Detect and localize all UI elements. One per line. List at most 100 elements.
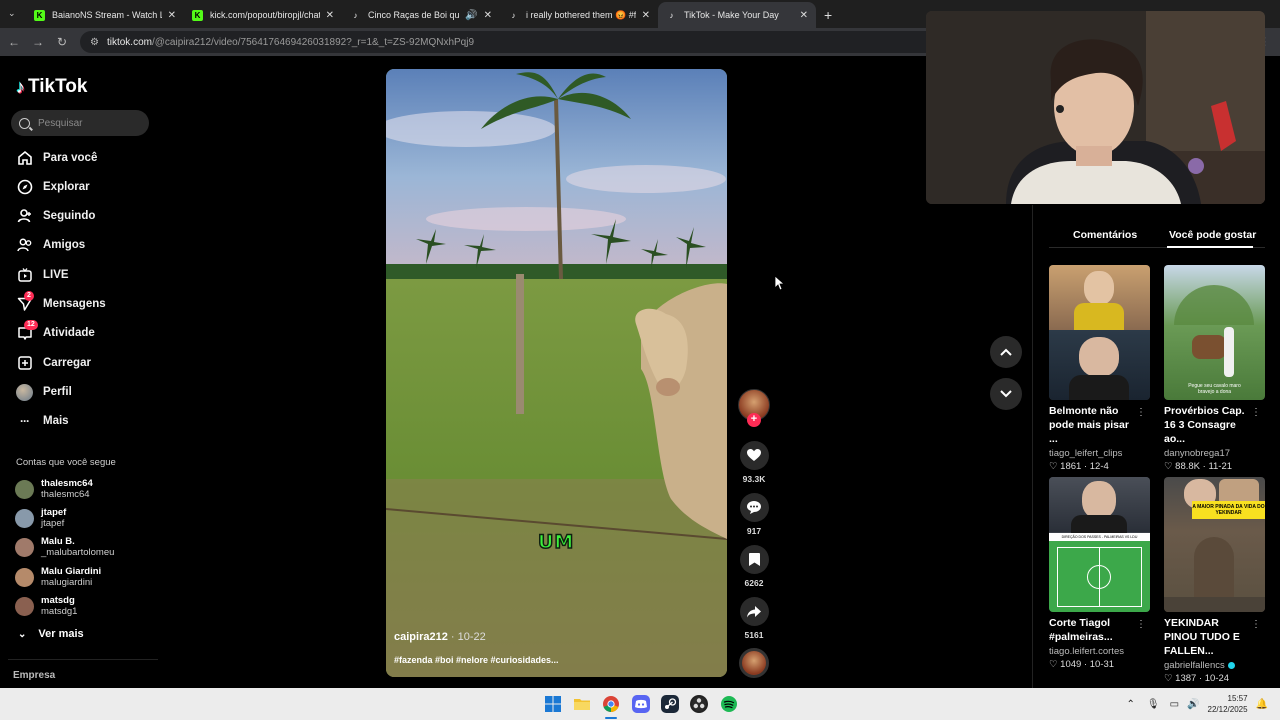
card-date: 10-31 [1089, 659, 1115, 670]
share-button[interactable]: 5161 [739, 597, 769, 640]
nav-live[interactable]: LIVE [16, 265, 69, 285]
speaker-icon[interactable]: 🔊 [465, 10, 477, 21]
nav-carregar[interactable]: Carregar [16, 353, 91, 373]
card-likes: ♡ 1049 [1049, 659, 1082, 670]
recommended-video-card[interactable]: DIREÇÃO DOS PASSES - PALMEIRAS VS LDU Co… [1049, 477, 1150, 670]
avatar [15, 508, 34, 528]
account-handle: matsdg1 [41, 606, 78, 617]
close-tab-icon[interactable]: ✕ [326, 10, 334, 21]
chevron-up-icon[interactable]: ⌃ [1127, 699, 1135, 710]
like-count: 93.3K [742, 474, 766, 484]
like-button[interactable]: 93.3K [739, 441, 769, 484]
video-player[interactable]: UM caipira212 · 10-22 #fazenda #boi #nel… [386, 69, 727, 677]
search-input[interactable]: Pesquisar [11, 110, 149, 136]
browser-tab[interactable]: K kick.com/popout/biropjl/chat ✕ [184, 2, 342, 28]
site-info-icon[interactable]: ⚙ [90, 37, 99, 48]
following-account[interactable]: Malu B. _malubartolomeu [15, 536, 114, 558]
card-title: Corte Tiagol #palmeiras... [1049, 617, 1113, 643]
nav-atividade[interactable]: 12 Atividade [16, 319, 95, 343]
browser-tab[interactable]: K BaianoNS Stream - Watch Live ✕ [26, 2, 184, 28]
see-more-button[interactable]: ⌄ Ver mais [18, 628, 84, 640]
microphone-icon[interactable]: 🎙 [1147, 699, 1160, 710]
recommended-video-card[interactable]: Belmonte não pode mais pisar ... ⋮ tiago… [1049, 265, 1150, 472]
video-author[interactable]: caipira212 · 10-22 [394, 631, 486, 643]
browser-tab[interactable]: ♪ i really bothered them 😡 #flo ✕ [500, 2, 658, 28]
card-author: tiago.leifert.cortes [1049, 646, 1124, 657]
avatar [15, 537, 34, 557]
obs-icon[interactable] [690, 695, 708, 713]
browser-tab-active[interactable]: ♪ TikTok - Make Your Day ✕ [658, 2, 816, 28]
share-count: 5161 [744, 630, 764, 640]
bookmark-icon [739, 545, 769, 574]
tiktok-icon: ♪ [353, 10, 358, 20]
more-options-icon[interactable]: ⋮ [1251, 619, 1261, 630]
spotify-icon[interactable] [720, 695, 738, 713]
following-account[interactable]: matsdg matsdg1 [15, 595, 77, 617]
browser-tab[interactable]: ♪ Cinco Raças de Boi que Tod 🔊 ✕ [342, 2, 500, 28]
thumbnail-caption: Pegue seu cavalo maro bravejo a dona [1188, 383, 1241, 395]
tab-title: i really bothered them 😡 #flo [526, 9, 636, 20]
tab-comentarios[interactable]: Comentários [1073, 229, 1137, 241]
file-explorer-icon[interactable] [573, 695, 591, 713]
close-tab-icon[interactable]: ✕ [642, 10, 650, 21]
music-disc-icon[interactable] [739, 648, 769, 678]
close-tab-icon[interactable]: ✕ [800, 10, 808, 21]
discord-icon[interactable] [632, 695, 650, 713]
recommended-video-card[interactable]: Pegue seu cavalo maro bravejo a dona Pro… [1164, 265, 1265, 472]
windows-start-icon[interactable] [544, 695, 562, 713]
tiktok-logo[interactable]: ♪ TikTok [16, 76, 87, 98]
video-caption-word: UM [537, 530, 575, 554]
forward-arrow-icon[interactable]: → [26, 35, 50, 49]
recommended-video-card[interactable]: A MAIOR PINADA DA VIDA DO YEKINDAR YEKIN… [1164, 477, 1265, 684]
verified-badge-icon [1227, 662, 1235, 669]
account-handle: jtapef [41, 518, 65, 529]
nav-perfil[interactable]: Perfil [16, 382, 72, 402]
profile-avatar [16, 383, 33, 401]
upload-icon [16, 355, 33, 372]
reload-icon[interactable]: ↻ [50, 35, 74, 49]
chevron-up-icon [1000, 348, 1012, 356]
notification-bell-icon[interactable]: 🔔 [1256, 699, 1268, 710]
mouse-cursor-icon [775, 276, 785, 291]
nav-seguindo[interactable]: Seguindo [16, 206, 95, 226]
nav-mais[interactable]: ··· Mais [16, 411, 69, 431]
clock[interactable]: 15:57 22/12/2025 [1208, 693, 1248, 715]
card-author: danynobrega17 [1164, 448, 1231, 459]
network-icon[interactable]: ▭ [1170, 699, 1179, 710]
nav-explorar[interactable]: Explorar [16, 177, 90, 197]
card-stats: ♡ 1049 · 10-31 [1049, 659, 1115, 670]
nav-para-voce[interactable]: Para você [16, 148, 97, 168]
tab-voce-pode-gostar[interactable]: Você pode gostar [1169, 229, 1256, 241]
following-account[interactable]: jtapef jtapef [15, 507, 66, 529]
close-tab-icon[interactable]: ✕ [484, 10, 492, 21]
nav-mensagens[interactable]: 2 Mensagens [16, 290, 106, 314]
card-title: Provérbios Cap. 16 3 Consagre ao... [1164, 405, 1245, 445]
save-button[interactable]: 6262 [739, 545, 769, 588]
back-arrow-icon[interactable]: ← [2, 35, 26, 49]
steam-icon[interactable] [661, 695, 679, 713]
tab-search-chevron-icon[interactable]: ⌄ [8, 8, 16, 19]
thumbnail-caption: A MAIOR PINADA DA VIDA DO YEKINDAR [1192, 501, 1265, 519]
more-options-icon[interactable]: ⋮ [1136, 407, 1146, 418]
card-stats: ♡ 1861 · 12-4 [1049, 461, 1109, 472]
following-account[interactable]: thalesmc64 thalesmc64 [15, 478, 93, 500]
previous-video-button[interactable] [990, 336, 1022, 368]
volume-icon[interactable]: 🔊 [1187, 699, 1199, 710]
video-hashtags[interactable]: #fazenda #boi #nelore #curiosidades... [394, 655, 559, 665]
comment-button[interactable]: 917 [739, 493, 769, 536]
more-options-icon[interactable]: ⋮ [1136, 619, 1146, 630]
chrome-icon[interactable] [602, 695, 620, 713]
more-options-icon[interactable]: ⋮ [1251, 407, 1261, 418]
follow-plus-button[interactable]: + [747, 413, 761, 427]
sidebar: ♪ TikTok Pesquisar Para você Explorar Se… [0, 56, 160, 688]
address-bar[interactable]: ⚙ tiktok.com /@caipira212/video/75641764… [80, 31, 940, 53]
account-name: Malu Giardini [41, 566, 102, 577]
clock-date: 22/12/2025 [1207, 705, 1248, 714]
nav-amigos[interactable]: Amigos [16, 235, 85, 255]
new-tab-plus-icon[interactable]: + [824, 2, 832, 28]
more-icon: ··· [20, 414, 30, 428]
next-video-button[interactable] [990, 378, 1022, 410]
close-tab-icon[interactable]: ✕ [168, 10, 176, 21]
footer-empresa-link[interactable]: Empresa [13, 670, 55, 681]
following-account[interactable]: Malu Giardini malugiardini [15, 566, 101, 588]
